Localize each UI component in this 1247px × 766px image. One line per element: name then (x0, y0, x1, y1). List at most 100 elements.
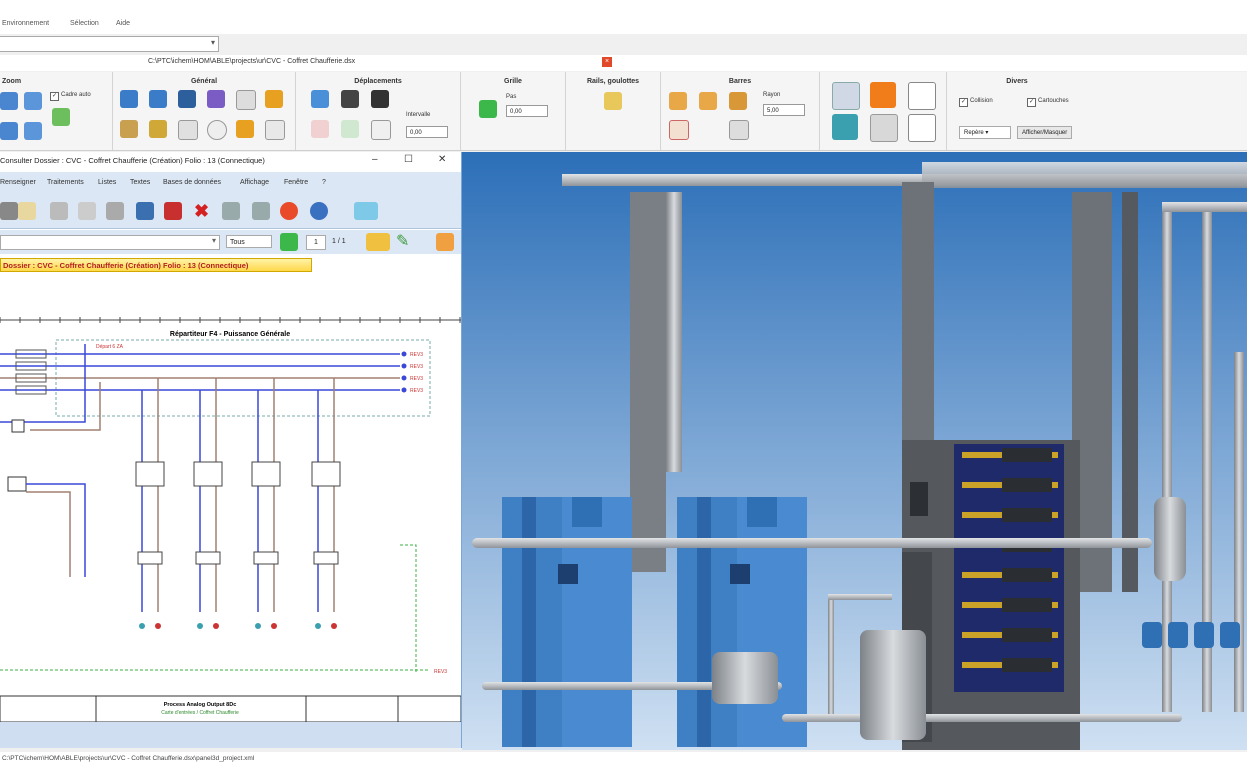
menu-traitements[interactable]: Traitements (47, 179, 84, 186)
undo-icon[interactable] (120, 90, 138, 108)
help-icon[interactable] (310, 202, 328, 220)
print-icon[interactable] (136, 202, 154, 220)
move-icon[interactable] (311, 90, 329, 108)
bar-icon[interactable] (669, 92, 687, 110)
rail-icon[interactable] (149, 120, 167, 138)
contactor-symbol (311, 461, 341, 487)
boiler-left-top (572, 497, 602, 527)
enclosure-view-icon[interactable] (832, 82, 860, 110)
menu-renseigner[interactable]: Renseigner (0, 179, 36, 186)
schematic-menu-bar: Renseigner Traitements Listes Textes Bas… (0, 172, 461, 194)
tools-icon[interactable] (236, 120, 254, 138)
collision-checkbox[interactable]: ✓ Collision (959, 98, 993, 107)
rotate-icon[interactable] (341, 120, 359, 138)
menu-bases-de-donnees[interactable]: Bases de données (163, 179, 221, 186)
page-input[interactable]: 1 (306, 235, 326, 250)
copy-icon[interactable] (78, 202, 96, 220)
pan-icon[interactable] (371, 90, 389, 108)
maximize-icon[interactable]: ☐ (404, 154, 413, 165)
palette-icon[interactable] (207, 90, 225, 108)
3d-viewport[interactable] (462, 152, 1247, 750)
ribbon: Zoom ✓ Cadre auto Général Déplacements In… (0, 72, 1247, 151)
bus-terminal (401, 351, 407, 357)
pencil-icon[interactable]: ✎ (396, 233, 414, 251)
bus-terminal (401, 363, 407, 369)
connector-pin (139, 623, 145, 629)
bar-hole-icon[interactable] (729, 120, 749, 140)
menu-textes[interactable]: Textes (130, 179, 150, 186)
grid-icon[interactable] (479, 100, 497, 118)
afficher-masquer-button[interactable]: Afficher/Masquer (1017, 126, 1073, 139)
undo-icon[interactable] (222, 202, 240, 220)
ribbon-group-zoom: Zoom ✓ Cadre auto (0, 72, 113, 150)
bus-label: REV3 (410, 364, 423, 370)
filter-select[interactable]: Tous (226, 235, 272, 248)
page-icon[interactable] (0, 202, 18, 220)
cube-orange-icon[interactable] (870, 82, 896, 108)
align-icon[interactable] (311, 120, 329, 138)
delete-icon[interactable]: ✖ (194, 202, 212, 220)
menu-help[interactable]: ? (322, 179, 326, 186)
close-icon[interactable]: × (602, 57, 612, 67)
project-combo[interactable]: ▾ (0, 36, 219, 52)
zoom-all-icon[interactable] (24, 122, 42, 140)
box-teal-icon[interactable] (832, 114, 858, 140)
intervalle-input[interactable]: 0,00 (406, 126, 448, 138)
paste-icon[interactable] (106, 202, 124, 220)
stop-icon[interactable] (280, 202, 298, 220)
folio-tab[interactable]: Dossier : CVC - Coffret Chaufferie (Créa… (0, 258, 312, 272)
connector-pin (331, 623, 337, 629)
zoom-out-icon[interactable] (0, 122, 18, 140)
repere-select[interactable]: Repère ▾ (959, 126, 1011, 139)
draw-icon[interactable] (436, 233, 454, 251)
edit-icon[interactable] (18, 202, 36, 220)
rayon-label: Rayon (763, 92, 781, 98)
cadre-auto-checkbox[interactable]: ✓ Cadre auto (50, 92, 91, 101)
cut-icon[interactable] (50, 202, 68, 220)
schematic-canvas[interactable]: Répartiteur F4 - Puissance Générale Dépa… (0, 312, 461, 722)
pdf-icon[interactable] (164, 202, 182, 220)
folder-icon[interactable] (265, 90, 283, 108)
bar-cut-icon[interactable] (669, 120, 689, 140)
folio-combo[interactable]: ▾ (0, 235, 220, 250)
copy-icon[interactable] (236, 90, 256, 110)
bar-bend-icon[interactable] (729, 92, 747, 110)
mirror-icon[interactable] (371, 120, 391, 140)
layer-icon[interactable] (354, 202, 378, 220)
chevron-down-icon: ▾ (211, 236, 216, 245)
swap-icon[interactable] (341, 90, 359, 108)
menu-affichage[interactable]: Affichage (240, 179, 269, 186)
din-device (1002, 568, 1052, 582)
zoom-window-icon[interactable] (24, 92, 42, 110)
macro-icon[interactable] (178, 120, 198, 140)
din-device (1002, 628, 1052, 642)
cube-grey-icon[interactable] (870, 114, 898, 142)
filter-value: Tous (230, 239, 245, 246)
menu-environnement[interactable]: Environnement (2, 20, 49, 27)
minimize-icon[interactable]: – (372, 154, 378, 165)
cartouches-checkbox[interactable]: ✓ Cartouches (1027, 98, 1069, 107)
ruler-icon[interactable] (265, 120, 285, 140)
wire-blue-icon[interactable] (908, 114, 936, 142)
menu-aide[interactable]: Aide (116, 20, 130, 27)
frame-icon[interactable] (52, 108, 70, 126)
bus-lines: REV3 REV3 REV3 REV3 (0, 349, 423, 395)
bar-copper-icon[interactable] (699, 92, 717, 110)
pas-input[interactable]: 0,00 (506, 105, 548, 117)
close-icon[interactable]: ✕ (438, 154, 446, 165)
target-icon[interactable] (207, 120, 227, 140)
goulotte-icon[interactable] (604, 92, 622, 110)
menu-selection[interactable]: Sélection (70, 20, 99, 27)
rayon-input[interactable]: 5,00 (763, 104, 805, 116)
redo-icon[interactable] (252, 202, 270, 220)
menu-fenetre[interactable]: Fenêtre (284, 179, 308, 186)
zoom-in-icon[interactable] (0, 92, 18, 110)
open-icon[interactable] (120, 120, 138, 138)
redo-icon[interactable] (149, 90, 167, 108)
separator-tank (1154, 497, 1186, 581)
wire-route-icon[interactable] (908, 82, 936, 110)
menu-listes[interactable]: Listes (98, 179, 116, 186)
layout-icon[interactable] (366, 233, 390, 251)
save-icon[interactable] (178, 90, 196, 108)
grid-icon[interactable] (280, 233, 298, 251)
